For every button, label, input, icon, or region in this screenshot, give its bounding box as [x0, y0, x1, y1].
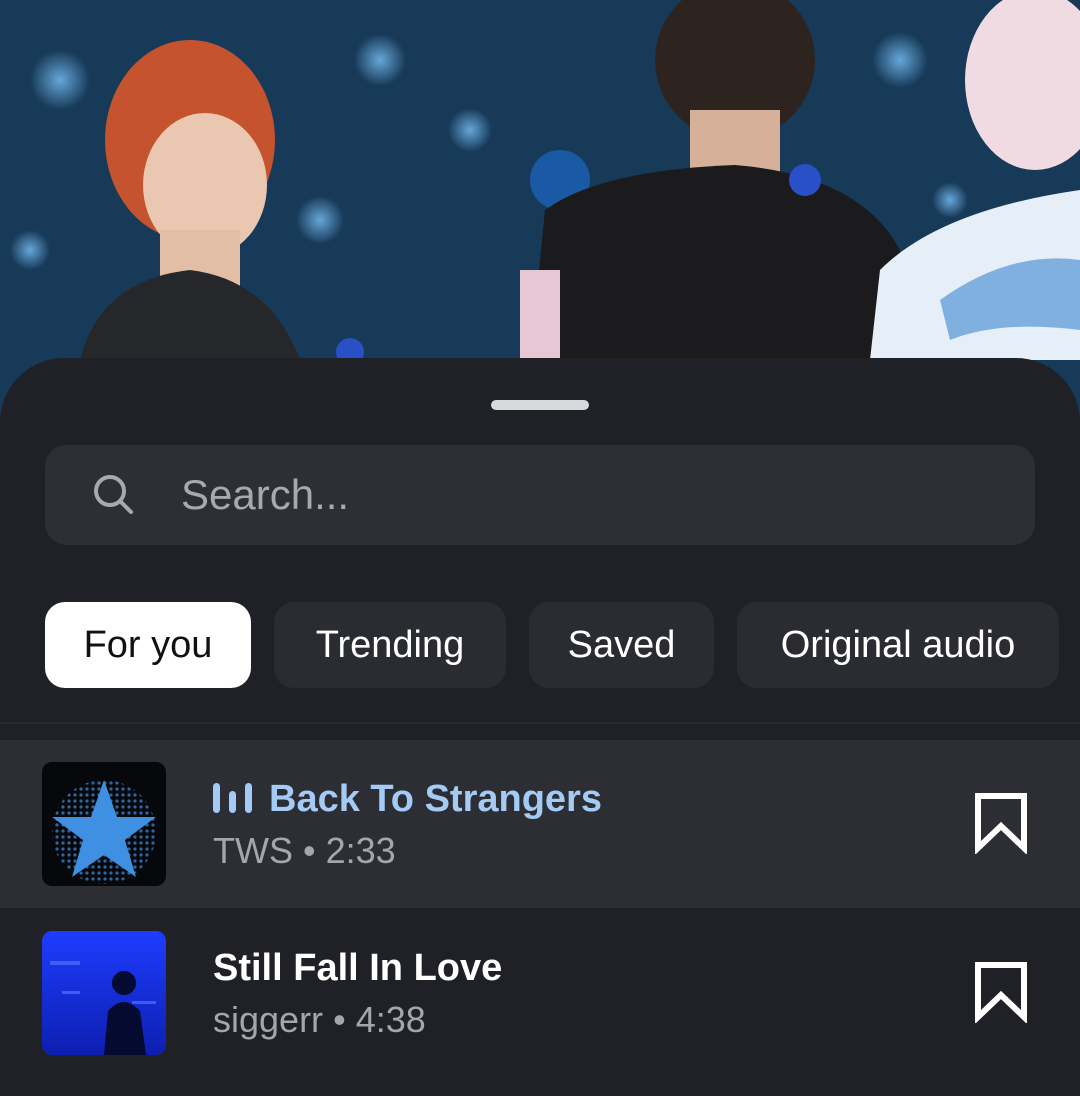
track-row[interactable]: Still Fall In Love siggerr • 4:38: [0, 909, 1080, 1077]
track-title-text: Back To Strangers: [269, 778, 602, 820]
tab-saved[interactable]: Saved: [529, 602, 714, 688]
tab-trending[interactable]: Trending: [274, 602, 506, 688]
track-artist: TWS: [213, 830, 293, 871]
bookmark-icon[interactable]: [972, 961, 1030, 1025]
track-meta: TWS • 2:33: [213, 830, 396, 872]
tab-for-you[interactable]: For you: [45, 602, 251, 688]
bookmark-icon[interactable]: [972, 792, 1030, 856]
audio-picker-sheet: For you Trending Saved Original audio: [0, 358, 1080, 1096]
track-duration: 4:38: [355, 999, 426, 1040]
track-meta: siggerr • 4:38: [213, 999, 426, 1041]
track-title: Still Fall In Love: [213, 947, 502, 990]
track-row[interactable]: Back To Strangers TWS • 2:33: [0, 740, 1080, 908]
search-input[interactable]: [181, 445, 1001, 545]
track-duration: 2:33: [325, 830, 396, 871]
divider: [0, 722, 1080, 724]
track-title-text: Still Fall In Love: [213, 947, 503, 989]
search-bar[interactable]: [45, 445, 1035, 545]
equalizer-icon: [213, 781, 255, 825]
album-cover-still-fall-in-love: [42, 931, 166, 1055]
track-title: Back To Strangers: [213, 778, 602, 825]
track-artist: siggerr: [213, 999, 324, 1040]
album-cover-back-to-strangers: [42, 762, 166, 886]
meta-separator: •: [333, 999, 346, 1040]
meta-separator: •: [303, 830, 316, 871]
tab-original-audio[interactable]: Original audio: [737, 602, 1059, 688]
search-icon: [89, 470, 139, 520]
sheet-drag-handle[interactable]: [491, 400, 589, 410]
filter-tabs: For you Trending Saved Original audio: [45, 602, 1080, 688]
